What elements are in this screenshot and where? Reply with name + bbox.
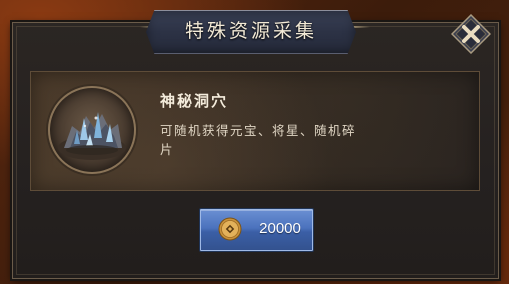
mysterious-cave-icon: [48, 86, 136, 174]
resource-name: 神秘洞穴: [160, 92, 229, 110]
close-x-icon: [451, 14, 491, 54]
resource-description: 可随机获得元宝、将星、随机碎片: [160, 123, 357, 157]
cost-amount: 20000: [259, 220, 301, 237]
copper-coin-icon: [218, 217, 242, 241]
dialog-title: 特殊资源采集: [184, 20, 317, 42]
close-button[interactable]: [451, 14, 491, 54]
